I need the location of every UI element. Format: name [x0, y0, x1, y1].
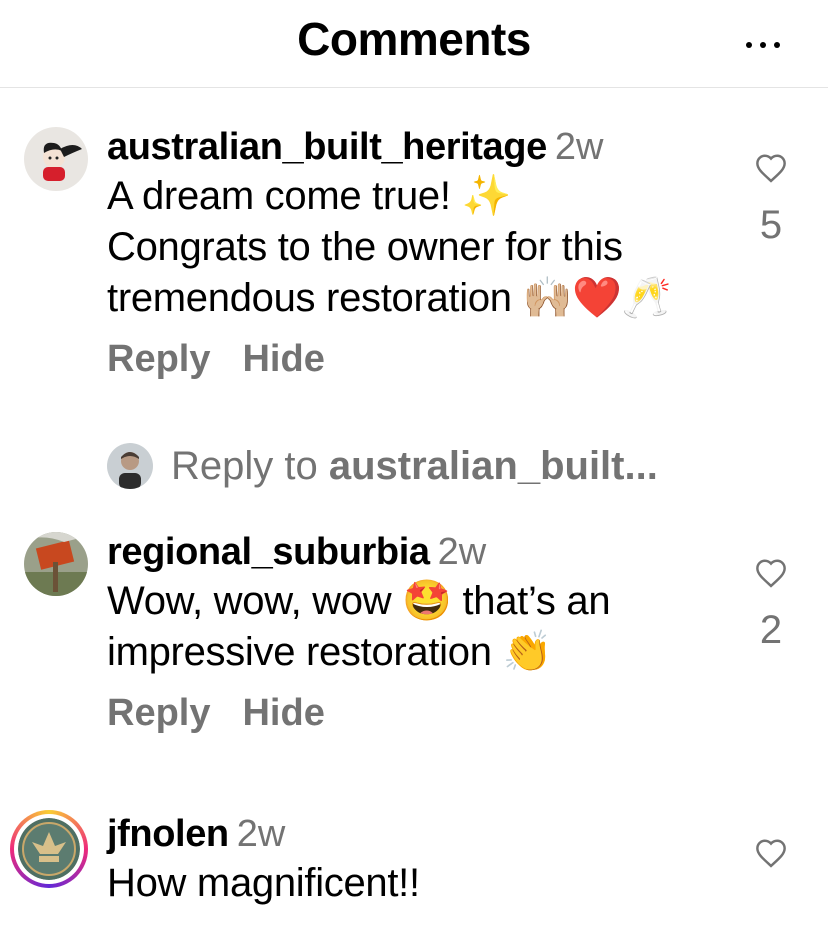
avatar — [107, 443, 153, 489]
comment-time: 2w — [236, 813, 286, 855]
like-count: 5 — [759, 203, 783, 247]
comment-text-line: tremendous restoration 🙌🏼❤️🥂 — [107, 276, 672, 320]
comment-text-line: Congrats to the owner for this — [107, 225, 623, 269]
more-options-icon[interactable] — [746, 30, 780, 60]
comment-text: A dream come true! ✨ Congrats to the own… — [107, 171, 688, 324]
reply-to-prefix: Reply to — [171, 443, 329, 488]
reply-button[interactable]: Reply — [107, 692, 210, 734]
comment-username[interactable]: australian_built_heritage — [107, 126, 547, 168]
reply-button[interactable]: Reply — [107, 338, 210, 380]
heart-icon[interactable] — [754, 558, 788, 588]
avatar-with-story-ring[interactable] — [10, 810, 88, 888]
reply-to-username: australian_built... — [328, 443, 658, 488]
comment-text-line: How magnificent!! — [107, 861, 420, 905]
comment-text-line: Wow, wow, wow 🤩 that’s an — [107, 579, 611, 623]
like-count: 2 — [759, 608, 783, 652]
comment-text-line: impressive restoration 👏 — [107, 630, 552, 674]
reply-to-field[interactable]: Reply to australian_built... — [107, 440, 658, 492]
heart-icon[interactable] — [754, 153, 788, 183]
comments-header: Comments — [0, 0, 828, 88]
comment-text: Wow, wow, wow 🤩 that’s an impressive res… — [107, 576, 688, 678]
page-title: Comments — [297, 13, 531, 65]
heart-icon[interactable] — [754, 838, 788, 868]
comment-text: How magnificent!! — [107, 858, 688, 909]
comment-time: 2w — [554, 126, 604, 168]
comment-time: 2w — [437, 531, 487, 573]
avatar[interactable] — [24, 127, 88, 191]
comment-username[interactable]: jfnolen — [107, 813, 229, 855]
comment-text-line: A dream come true! ✨ — [107, 174, 511, 218]
hide-button[interactable]: Hide — [242, 338, 324, 380]
comment-username[interactable]: regional_suburbia — [107, 531, 430, 573]
avatar[interactable] — [24, 532, 88, 596]
hide-button[interactable]: Hide — [242, 692, 324, 734]
